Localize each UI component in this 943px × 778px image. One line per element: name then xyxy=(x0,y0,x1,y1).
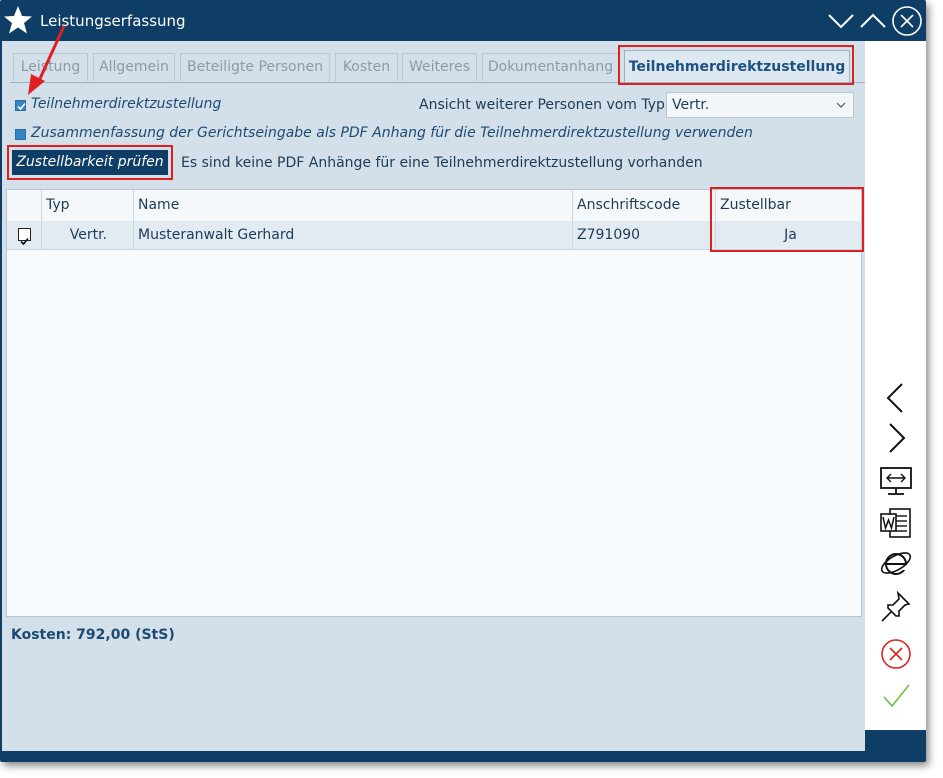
recipients-table: Typ Name Anschriftscode Zustellbar Vertr… xyxy=(6,189,862,617)
chevron-down-icon xyxy=(836,102,846,108)
pin-icon[interactable] xyxy=(876,590,916,624)
check-deliverability-button[interactable]: Zustellbarkeit prüfen xyxy=(12,150,168,175)
previous-chevron-icon[interactable] xyxy=(876,381,916,415)
col-name-header[interactable]: Name xyxy=(134,190,573,221)
tab-kosten[interactable]: Kosten xyxy=(335,53,398,81)
row-typ: Vertr. xyxy=(42,221,134,249)
minimize-chevron-down-icon[interactable] xyxy=(826,6,856,36)
view-type-value: Vertr. xyxy=(672,97,710,113)
next-chevron-icon[interactable] xyxy=(876,421,916,455)
table-header: Typ Name Anschriftscode Zustellbar xyxy=(7,190,861,222)
main-panel: Leistung Allgemein Beteiligte Personen K… xyxy=(2,41,865,751)
view-type-select[interactable]: Vertr. xyxy=(666,92,854,118)
no-pdf-message: Es sind keine PDF Anhänge für eine Teiln… xyxy=(181,155,703,171)
cancel-icon[interactable] xyxy=(876,637,916,671)
col-select-header xyxy=(7,190,42,221)
app-window: Leistungserfassung Leistung Allgemein Be… xyxy=(0,0,926,762)
star-icon[interactable] xyxy=(3,5,33,35)
checkmark-icon xyxy=(20,237,29,246)
view-type-label: Ansicht weiterer Personen vom Typ xyxy=(419,97,665,113)
row-code: Z791090 xyxy=(573,221,716,249)
tab-dokumentanhang[interactable]: Dokumentanhang xyxy=(482,53,619,81)
row-zustellbar: Ja xyxy=(784,227,797,243)
window-title: Leistungserfassung xyxy=(40,12,186,30)
action-sidebar xyxy=(865,41,926,730)
tab-allgemein[interactable]: Allgemein xyxy=(93,53,175,81)
tab-divider xyxy=(10,82,865,83)
confirm-check-icon[interactable] xyxy=(876,680,916,714)
maximize-chevron-up-icon[interactable] xyxy=(858,6,888,36)
summary-pdf-label: Zusammenfassung der Gerichtseingabe als … xyxy=(31,125,753,141)
direct-delivery-checkbox[interactable] xyxy=(15,100,26,111)
col-zustellbar-header[interactable]: Zustellbar xyxy=(716,190,861,221)
tab-teilnehmerdirektzustellung[interactable]: Teilnehmerdirektzustellung xyxy=(624,50,850,83)
summary-pdf-checkbox[interactable] xyxy=(15,129,26,140)
close-circle-icon[interactable] xyxy=(891,5,923,37)
direct-delivery-label: Teilnehmerdirektzustellung xyxy=(31,96,222,112)
tab-bar: Leistung Allgemein Beteiligte Personen K… xyxy=(2,41,865,83)
tab-leistung[interactable]: Leistung xyxy=(13,53,88,81)
col-typ-header[interactable]: Typ xyxy=(42,190,134,221)
table-row[interactable]: Vertr. Musteranwalt Gerhard Z791090 Ja xyxy=(7,221,861,250)
costs-summary: Kosten: 792,00 (StS) xyxy=(11,627,175,643)
internet-explorer-icon[interactable] xyxy=(876,546,916,580)
tab-beteiligte-personen[interactable]: Beteiligte Personen xyxy=(180,53,330,81)
word-document-icon[interactable] xyxy=(876,506,916,540)
row-checkbox[interactable] xyxy=(18,228,31,246)
tab-weiteres[interactable]: Weiteres xyxy=(402,53,477,81)
title-bar: Leistungserfassung xyxy=(0,0,926,41)
monitor-resize-icon[interactable] xyxy=(876,465,916,499)
checkmark-icon xyxy=(17,102,26,111)
row-select-cell xyxy=(7,221,42,249)
row-name: Musteranwalt Gerhard xyxy=(134,221,573,249)
col-anschriftscode-header[interactable]: Anschriftscode xyxy=(573,190,716,221)
